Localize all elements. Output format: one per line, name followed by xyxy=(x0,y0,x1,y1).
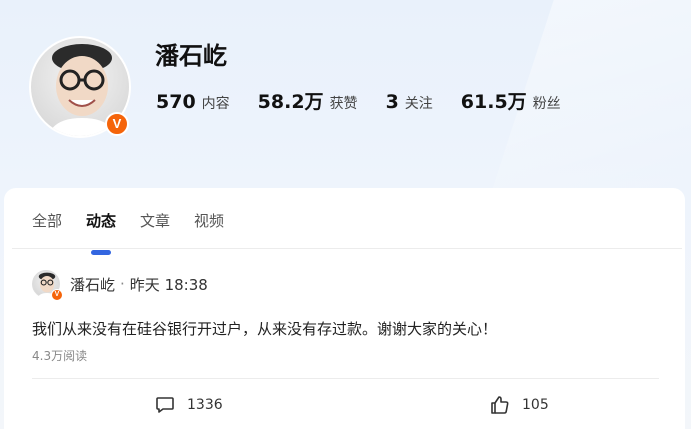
stat-following[interactable]: 3 关注 xyxy=(386,91,433,113)
post-read-count: 4.3万阅读 xyxy=(32,349,88,363)
like-count: 105 xyxy=(522,397,549,413)
verified-badge-icon: V xyxy=(51,289,63,301)
post-timestamp: 昨天 18:38 xyxy=(129,275,208,294)
comment-icon xyxy=(156,397,174,413)
post-divider xyxy=(32,378,659,379)
post-header: V 潘石屹 · 昨天 18:38 xyxy=(32,270,208,301)
stat-value: 570 xyxy=(156,91,196,113)
stat-label: 内容 xyxy=(201,96,230,112)
tab-updates[interactable]: 动态 xyxy=(86,210,116,231)
thumbs-up-icon xyxy=(491,396,509,414)
tab-all[interactable]: 全部 xyxy=(32,210,62,231)
profile-avatar[interactable]: V xyxy=(29,36,131,138)
post-separator: · xyxy=(120,275,125,293)
stat-value: 61.5万 xyxy=(460,91,527,113)
tab-videos[interactable]: 视频 xyxy=(194,210,224,231)
profile-name: 潘石屹 xyxy=(155,42,227,70)
comment-count: 1336 xyxy=(187,397,223,413)
tabs-divider xyxy=(12,248,682,249)
stat-label: 粉丝 xyxy=(532,96,561,112)
post-author-name[interactable]: 潘石屹 xyxy=(70,274,115,295)
post-author-avatar[interactable]: V xyxy=(32,270,63,301)
stat-followers[interactable]: 61.5万 粉丝 xyxy=(461,87,561,114)
stat-content[interactable]: 570 内容 xyxy=(156,91,230,113)
tab-articles[interactable]: 文章 xyxy=(140,210,170,231)
stat-label: 获赞 xyxy=(329,96,358,112)
content-tabs: 全部 动态 文章 视频 xyxy=(32,210,248,231)
comment-button[interactable]: 1336 xyxy=(155,395,223,415)
profile-header: V 潘石屹 570 内容 58.2万 获赞 3 关注 61.5万 粉丝 xyxy=(0,0,691,190)
stat-label: 关注 xyxy=(404,96,433,112)
stat-value: 58.2万 xyxy=(257,91,324,113)
post-text[interactable]: 我们从来没有在硅谷银行开过户，从来没有存过款。谢谢大家的关心！ xyxy=(32,318,497,339)
verified-badge-icon: V xyxy=(105,112,129,136)
stat-value: 3 xyxy=(385,91,399,113)
stat-likes[interactable]: 58.2万 获赞 xyxy=(258,87,358,114)
content-card: 全部 动态 文章 视频 V 潘石屹 · 昨天 18:38 我们从来没有在硅谷银行… xyxy=(4,188,685,429)
profile-stats: 570 内容 58.2万 获赞 3 关注 61.5万 粉丝 xyxy=(156,87,589,114)
like-button[interactable]: 105 xyxy=(490,395,549,415)
